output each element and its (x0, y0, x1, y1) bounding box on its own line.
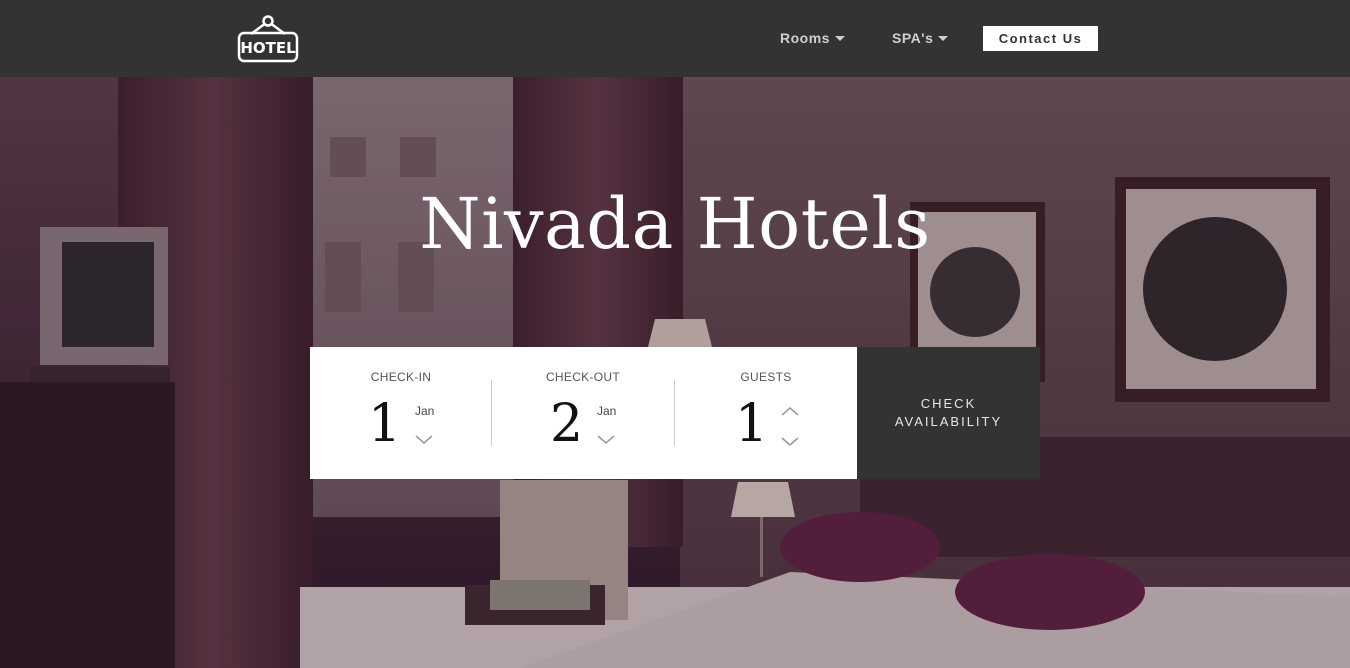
checkout-month: Jan (597, 404, 617, 418)
guests-field[interactable]: GUESTS 1 (675, 347, 857, 479)
top-navbar: HOTEL Rooms SPA's Contact Us (0, 0, 1350, 77)
hotel-logo[interactable]: HOTEL (237, 14, 301, 64)
checkin-label: CHECK-IN (370, 370, 432, 384)
guests-count: 1 (735, 394, 769, 454)
caret-down-icon (834, 35, 845, 41)
hotel-sign-icon: HOTEL (237, 15, 299, 63)
contact-us-button[interactable]: Contact Us (983, 26, 1098, 51)
booking-form: CHECK-IN 1 Jan CHECK-OUT 2 Jan GUESTS 1 (310, 347, 1040, 479)
checkout-label: CHECK-OUT (545, 370, 621, 384)
nav-rooms[interactable]: Rooms (780, 30, 845, 46)
logo-text: HOTEL (240, 39, 296, 57)
check-availability-button[interactable]: CHECK AVAILABILITY (857, 347, 1040, 479)
check-button-line2: AVAILABILITY (894, 414, 1003, 429)
nav-spas[interactable]: SPA's (892, 30, 949, 46)
chevron-down-icon[interactable] (415, 435, 433, 445)
chevron-up-icon[interactable] (781, 406, 799, 416)
chevron-down-icon[interactable] (781, 437, 799, 447)
checkin-field[interactable]: CHECK-IN 1 Jan (310, 347, 492, 479)
checkout-day: 2 (550, 394, 584, 454)
check-button-line1: CHECK (920, 396, 977, 411)
guests-label: GUESTS (740, 370, 792, 384)
checkin-month: Jan (415, 404, 435, 418)
nav-rooms-label: Rooms (780, 30, 830, 46)
chevron-down-icon[interactable] (597, 435, 615, 445)
hero-title: Nivada Hotels (419, 183, 931, 265)
caret-down-icon (938, 35, 949, 41)
nav-spas-label: SPA's (892, 30, 934, 46)
checkin-day: 1 (368, 394, 402, 454)
checkout-field[interactable]: CHECK-OUT 2 Jan (492, 347, 674, 479)
booking-fields: CHECK-IN 1 Jan CHECK-OUT 2 Jan GUESTS 1 (310, 347, 857, 479)
